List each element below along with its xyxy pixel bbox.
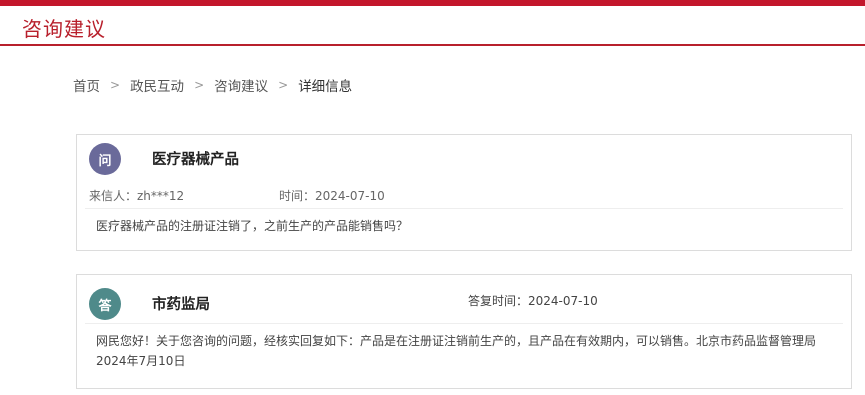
question-content: 医疗器械产品的注册证注销了，之前生产的产品能销售吗？ [96, 219, 409, 233]
breadcrumb-interaction[interactable]: 政民互动 [130, 75, 184, 95]
answer-badge: 答 [89, 288, 121, 320]
breadcrumb-current: 详细信息 [298, 79, 353, 95]
answer-content: 网民您好！关于您咨询的问题，经核实回复如下：产品是在注册证注销前生产的，且产品在… [96, 334, 829, 368]
question-card: 问 医疗器械产品 来信人：zh***12 时间：2024-07-10 医疗器械产… [76, 134, 852, 251]
top-accent-bar [0, 0, 865, 6]
breadcrumb: 首页 > 政民互动 > 咨询建议 > 详细信息 [73, 75, 352, 95]
question-time: 时间：2024-07-10 [279, 189, 385, 203]
breadcrumb-separator: > [194, 78, 205, 92]
breadcrumb-home[interactable]: 首页 [73, 75, 100, 95]
answer-divider [85, 323, 843, 324]
question-title: 医疗器械产品 [152, 152, 239, 168]
breadcrumb-separator: > [110, 78, 121, 92]
breadcrumb-separator: > [278, 78, 289, 92]
answer-time: 答复时间：2024-07-10 [468, 294, 598, 308]
question-sender: 来信人：zh***12 [89, 189, 185, 203]
title-divider [0, 44, 865, 46]
page-title: 咨询建议 [22, 17, 106, 41]
question-badge: 问 [89, 143, 121, 175]
breadcrumb-consultation[interactable]: 咨询建议 [214, 75, 268, 95]
question-divider [85, 208, 843, 209]
answer-title: 市药监局 [152, 297, 210, 313]
answer-card: 答 市药监局 答复时间：2024-07-10 网民您好！关于您咨询的问题，经核实… [76, 274, 852, 389]
